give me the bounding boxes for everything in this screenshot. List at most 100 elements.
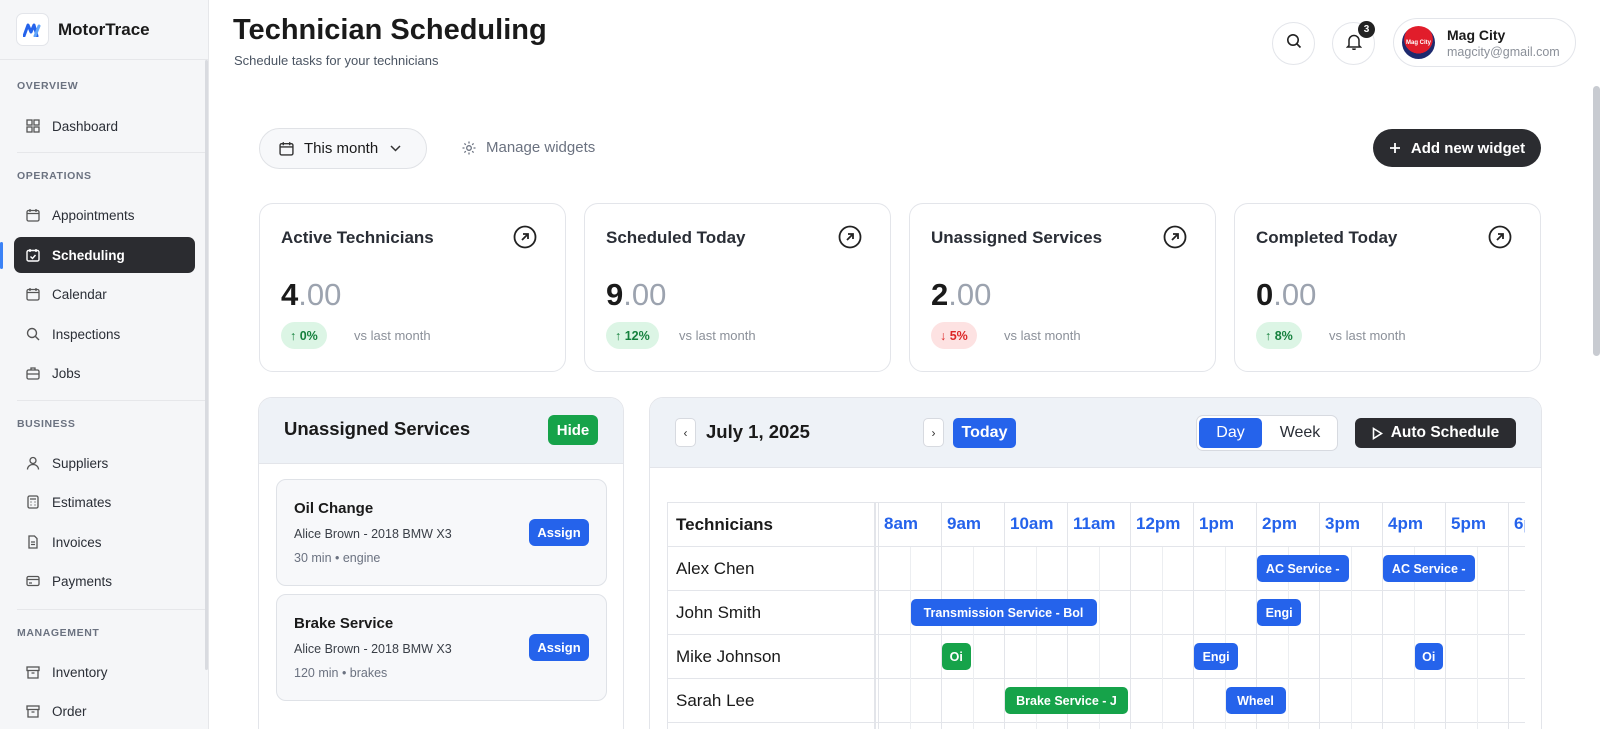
service-meta: 120 min • brakes xyxy=(294,666,388,680)
schedule-event[interactable]: Brake Service - J xyxy=(1005,687,1128,714)
stat-card-completed-today[interactable]: Completed Today 0.00 ↑ 8% vs last month xyxy=(1234,203,1541,372)
sidebar-item-label: Payments xyxy=(52,573,113,589)
schedule-event[interactable]: Wheel xyxy=(1225,687,1286,714)
assign-button[interactable]: Assign xyxy=(529,634,589,661)
hour-label: 2pm xyxy=(1262,514,1297,533)
manage-widgets-button[interactable]: Manage widgets xyxy=(461,139,595,156)
today-button[interactable]: Today xyxy=(953,418,1016,448)
arrow-up-right-icon[interactable] xyxy=(1488,225,1512,249)
stat-card-active-technicians[interactable]: Active Technicians 4.00 ↑ 0% vs last mon… xyxy=(259,203,566,372)
view-toggle: Day Week xyxy=(1196,415,1338,451)
stat-compare-label: vs last month xyxy=(1329,328,1406,343)
schedule-event[interactable]: Engi xyxy=(1257,599,1302,626)
sidebar-item-inspections[interactable]: Inspections xyxy=(14,316,195,352)
avatar: Mag City xyxy=(1402,26,1435,59)
stat-title: Completed Today xyxy=(1256,228,1398,247)
archive-icon xyxy=(25,665,40,680)
hour-gridline xyxy=(1445,503,1446,729)
hour-label: 11am xyxy=(1073,514,1116,533)
search-icon xyxy=(25,327,40,342)
sidebar-item-payments[interactable]: Payments xyxy=(14,563,195,599)
assign-button[interactable]: Assign xyxy=(529,519,589,546)
stat-value: 0.00 xyxy=(1256,277,1317,312)
sidebar-scrollbar[interactable] xyxy=(205,60,208,670)
schedule-event[interactable]: Transmission Service - Bol xyxy=(910,599,1097,626)
hour-gridline xyxy=(1319,503,1320,729)
gear-icon xyxy=(461,140,477,156)
schedule-event[interactable]: Oi xyxy=(942,643,971,670)
add-widget-button[interactable]: Add new widget xyxy=(1373,129,1541,167)
brand[interactable]: MotorTrace xyxy=(0,0,208,60)
sidebar-item-inventory[interactable]: Inventory xyxy=(14,654,195,690)
sidebar: MotorTrace OVERVIEW Dashboard OPERATIONS… xyxy=(0,0,209,729)
row-divider xyxy=(668,722,1525,723)
schedule-event[interactable]: Oi xyxy=(1414,643,1443,670)
arrow-up-right-icon[interactable] xyxy=(838,225,862,249)
section-title-management: MANAGEMENT xyxy=(17,627,100,639)
schedule-event[interactable]: AC Service - xyxy=(1257,555,1349,582)
stat-title: Scheduled Today xyxy=(606,228,746,247)
schedule-event[interactable]: AC Service - xyxy=(1383,555,1475,582)
sidebar-item-jobs[interactable]: Jobs xyxy=(14,355,195,391)
divider xyxy=(17,609,209,610)
sidebar-item-appointments[interactable]: Appointments xyxy=(14,197,195,233)
period-select[interactable]: This month xyxy=(259,128,427,169)
view-day-button[interactable]: Day xyxy=(1199,418,1262,448)
stat-title: Active Technicians xyxy=(281,228,434,247)
search-button[interactable] xyxy=(1272,22,1315,65)
sidebar-item-dashboard[interactable]: Dashboard xyxy=(14,108,195,144)
user-icon xyxy=(25,456,40,471)
row-divider xyxy=(668,590,1525,591)
briefcase-icon xyxy=(25,366,40,381)
view-week-button[interactable]: Week xyxy=(1267,418,1333,448)
sidebar-item-suppliers[interactable]: Suppliers xyxy=(14,445,195,481)
section-title-operations: OPERATIONS xyxy=(17,170,92,182)
sidebar-item-estimates[interactable]: Estimates xyxy=(14,484,195,520)
sidebar-item-label: Suppliers xyxy=(52,455,109,471)
service-card[interactable]: Brake Service Alice Brown - 2018 BMW X3 … xyxy=(276,594,607,701)
stat-card-unassigned-services[interactable]: Unassigned Services 2.00 ↓ 5% vs last mo… xyxy=(909,203,1216,372)
hour-label: 3pm xyxy=(1325,514,1360,533)
schedule-event[interactable]: Engi xyxy=(1194,643,1239,670)
hour-label: 9am xyxy=(947,514,982,533)
archive-icon xyxy=(25,704,40,719)
hour-label: 8am xyxy=(884,514,919,533)
calendar-icon xyxy=(25,287,40,302)
hide-button[interactable]: Hide xyxy=(548,415,598,445)
half-hour-gridline xyxy=(909,547,911,729)
technician-name: Alex Chen xyxy=(676,559,755,578)
bell-icon xyxy=(1345,33,1362,55)
next-day-button[interactable]: › xyxy=(923,418,944,447)
service-card[interactable]: Oil Change Alice Brown - 2018 BMW X3 30 … xyxy=(276,479,607,586)
stat-card-scheduled-today[interactable]: Scheduled Today 9.00 ↑ 12% vs last month xyxy=(584,203,891,372)
sidebar-item-label: Inspections xyxy=(52,326,121,342)
service-name: Brake Service xyxy=(294,615,394,632)
auto-schedule-button[interactable]: Auto Schedule xyxy=(1355,418,1516,448)
sidebar-item-scheduling[interactable]: Scheduling xyxy=(14,237,195,273)
hour-gridline xyxy=(1382,503,1383,729)
service-name: Oil Change xyxy=(294,500,374,517)
technician-name: John Smith xyxy=(676,603,762,622)
sidebar-item-calendar[interactable]: Calendar xyxy=(14,276,195,312)
half-hour-gridline xyxy=(972,547,974,729)
sidebar-item-label: Appointments xyxy=(52,207,135,223)
sidebar-item-order[interactable]: Order xyxy=(14,693,195,729)
notifications-button[interactable]: 3 xyxy=(1332,21,1375,65)
sidebar-item-invoices[interactable]: Invoices xyxy=(14,524,195,560)
stat-value: 9.00 xyxy=(606,277,667,312)
hour-label: 10am xyxy=(1010,514,1054,533)
prev-day-button[interactable]: ‹ xyxy=(675,418,696,447)
credit-card-icon xyxy=(25,574,40,589)
panel-title: Unassigned Services xyxy=(284,418,471,439)
technician-name: Mike Johnson xyxy=(676,647,781,666)
row-divider xyxy=(668,678,1525,679)
arrow-up-right-icon[interactable] xyxy=(513,225,537,249)
arrow-up-right-icon[interactable] xyxy=(1163,225,1187,249)
main-scrollbar[interactable] xyxy=(1593,86,1600,356)
page-title: Technician Scheduling xyxy=(233,14,547,46)
user-menu[interactable]: Mag City Mag City magcity@gmail.com xyxy=(1393,18,1576,67)
service-vehicle: Alice Brown - 2018 BMW X3 xyxy=(294,527,452,541)
hour-gridline xyxy=(1130,503,1131,729)
calendar-check-icon xyxy=(25,248,40,263)
active-indicator xyxy=(0,242,3,269)
